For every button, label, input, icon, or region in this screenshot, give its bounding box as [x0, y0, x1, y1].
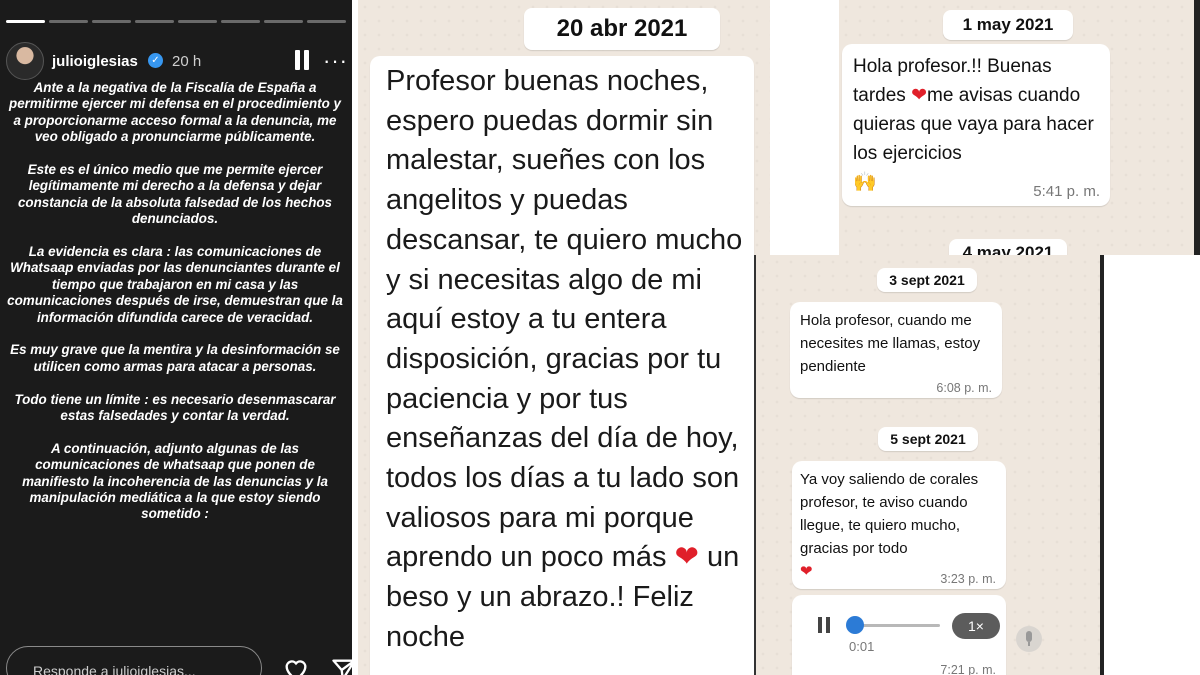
raised-hands-emoji: 🙌	[853, 172, 877, 193]
story-paragraph: Ante a la negativa de la Fiscalía de Esp…	[9, 80, 341, 145]
message-time: 7:21 p. m.	[940, 663, 996, 675]
pause-icon[interactable]	[818, 617, 832, 633]
send-icon[interactable]	[330, 656, 352, 675]
heart-emoji: ❤	[674, 541, 699, 574]
story-text: Ante a la negativa de la Fiscalía de Esp…	[4, 80, 346, 539]
pause-icon[interactable]	[293, 50, 311, 70]
date-chip: 5 sept 2021	[878, 427, 978, 451]
story-paragraph: A continuación, adjunto algunas de las c…	[22, 440, 328, 522]
message-text: Hola profesor, cuando me necesites me ll…	[800, 312, 981, 375]
story-paragraph: La evidencia es clara : las comunicacion…	[7, 244, 343, 325]
audio-duration: 0:01	[849, 639, 875, 654]
message-bubble: Profesor buenas noches, espero puedas do…	[370, 56, 754, 675]
message-text-part: Ya voy saliendo de corales profesor, te …	[800, 471, 979, 557]
more-options-icon[interactable]: ···	[323, 48, 348, 74]
chat-screenshot-2: 1 may 2021 Hola profesor.!! Buenas tarde…	[839, 0, 1200, 255]
message-bubble: Hola profesor, cuando me necesites me ll…	[790, 302, 1002, 398]
verified-badge-icon: ✓	[148, 53, 163, 68]
message-text-part: Profesor buenas noches, espero puedas do…	[386, 65, 743, 574]
date-chip: 3 sept 2021	[877, 268, 977, 292]
message-time: 3:23 p. m.	[940, 572, 996, 586]
chat-screenshot-1: 20 abr 2021 Profesor buenas noches, espe…	[358, 0, 770, 675]
date-chip: 1 may 2021	[943, 10, 1073, 40]
message-time: 5:41 p. m.	[1033, 183, 1100, 200]
audio-progress-knob[interactable]	[846, 616, 864, 634]
story-time: 20 h	[172, 53, 202, 70]
microphone-icon[interactable]	[1016, 626, 1042, 652]
story-paragraph: Es muy grave que la mentira y la desinfo…	[10, 342, 340, 374]
heart-emoji: ❤	[911, 85, 928, 106]
instagram-story: julioiglesias ✓ 20 h ··· Ante a la negat…	[0, 0, 352, 675]
story-username[interactable]: julioiglesias	[52, 53, 138, 70]
panel-edge	[1100, 255, 1104, 675]
story-paragraph: Todo tiene un límite : es necesario dese…	[14, 391, 336, 424]
message-bubble: Hola profesor.!! Buenas tardes ❤me avisa…	[842, 44, 1110, 206]
panel-edge	[1194, 0, 1200, 255]
date-chip: 20 abr 2021	[524, 8, 720, 50]
message-text: Ya voy saliendo de corales profesor, te …	[800, 468, 1004, 583]
date-chip: 4 may 2021	[949, 239, 1067, 255]
chat-screenshot-3: 3 sept 2021 Hola profesor, cuando me nec…	[754, 255, 1104, 675]
avatar[interactable]	[6, 42, 44, 80]
story-progress-bar	[6, 20, 346, 23]
audio-progress-track[interactable]	[852, 624, 940, 627]
reply-input[interactable]: Responde a julioiglesias...	[6, 646, 262, 675]
heart-emoji: ❤	[800, 563, 813, 580]
message-text: Profesor buenas noches, espero puedas do…	[386, 62, 756, 658]
voice-message-bubble: 0:01 1× 7:21 p. m.	[792, 595, 1006, 675]
like-heart-icon[interactable]	[282, 655, 310, 675]
message-bubble: Ya voy saliendo de corales profesor, te …	[792, 461, 1006, 589]
message-time: 6:08 p. m.	[936, 381, 992, 395]
story-paragraph: Este es el único medio que me permite ej…	[17, 162, 333, 227]
playback-speed-button[interactable]: 1×	[952, 613, 1000, 639]
message-text: Hola profesor.!! Buenas tardes ❤me avisa…	[853, 52, 1109, 197]
